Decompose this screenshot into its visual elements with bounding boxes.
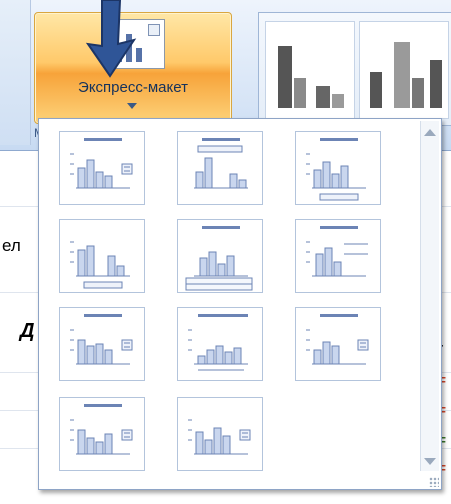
quick-layout-gallery (38, 118, 442, 490)
chart-layout-icon (306, 226, 368, 277)
chart-layout-icon (70, 404, 133, 455)
scroll-up-icon[interactable] (424, 129, 436, 136)
chart-layout-option-10[interactable] (59, 397, 145, 471)
chart-layout-icon (70, 241, 130, 289)
chart-styles-gallery[interactable] (258, 12, 451, 126)
chart-layout-option-1[interactable] (59, 131, 145, 205)
chart-layout-option-8[interactable] (177, 307, 263, 381)
scroll-down-icon[interactable] (424, 458, 436, 465)
chevron-down-icon (127, 103, 137, 109)
chart-layout-icon (70, 314, 133, 365)
chart-style-thumb[interactable] (265, 21, 355, 119)
chart-layout-option-11[interactable] (177, 397, 263, 471)
chart-layout-icon (188, 314, 248, 371)
sheet-text: ел (2, 236, 21, 255)
gallery-scrollbar[interactable] (420, 121, 439, 471)
chart-layout-icon (70, 138, 133, 189)
pointer-arrow-icon (85, 0, 137, 78)
chart-layout-icon (188, 419, 251, 455)
chart-layout-icon (194, 138, 248, 189)
layout-grid (47, 127, 417, 483)
quick-layout-label: Экспресс-макет (78, 79, 188, 96)
chart-layout-option-2[interactable] (177, 131, 263, 205)
chart-layout-option-9[interactable] (295, 307, 381, 381)
ribbon-group-left (0, 0, 31, 145)
chart-style-thumb[interactable] (359, 21, 449, 119)
chart-layout-icon (185, 226, 253, 291)
chart-layout-option-3[interactable] (295, 131, 381, 205)
chart-layout-option-5[interactable] (177, 219, 263, 293)
chart-layout-option-6[interactable] (295, 219, 381, 293)
sheet-text: Д (20, 320, 35, 342)
chart-layout-option-4[interactable] (59, 219, 145, 293)
chart-layout-icon (306, 138, 366, 201)
chart-layout-option-7[interactable] (59, 307, 145, 381)
chart-layout-icon (306, 314, 369, 365)
resize-grip-icon[interactable] (429, 477, 439, 487)
